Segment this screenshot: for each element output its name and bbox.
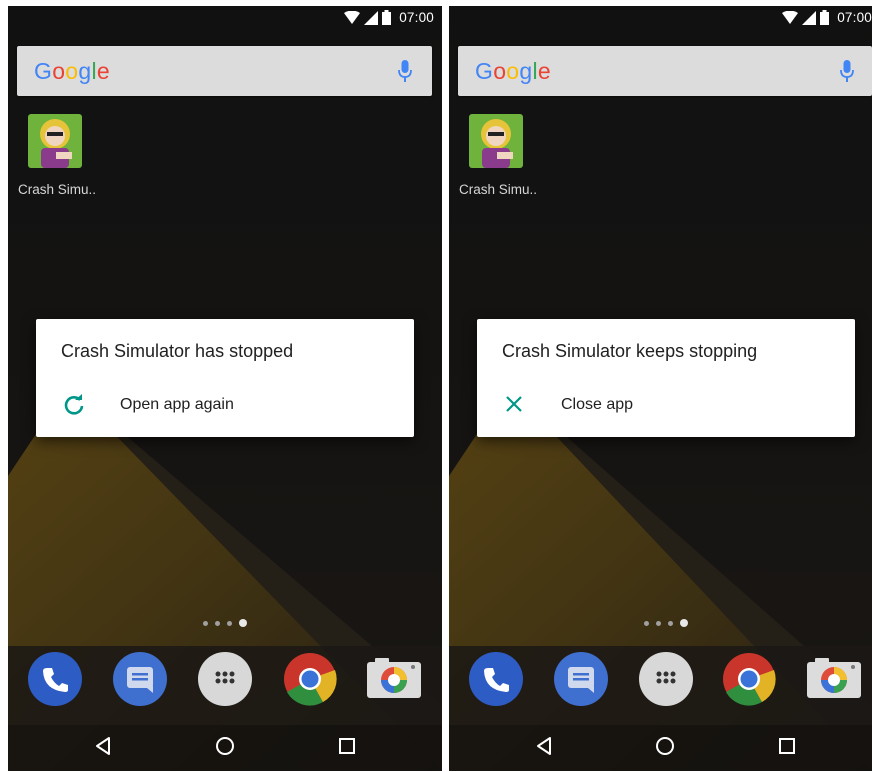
dialog-title: Crash Simulator keeps stopping [502, 341, 758, 361]
page-indicator [203, 619, 247, 627]
page-dot [203, 620, 208, 626]
google-search-bar[interactable]: Google [17, 46, 432, 96]
close-icon [506, 396, 522, 412]
crash-simulator-app-icon[interactable] [469, 114, 523, 168]
messages-icon[interactable] [554, 652, 608, 706]
chrome-icon[interactable] [722, 652, 776, 706]
recents-icon[interactable] [338, 736, 356, 756]
page-dot-active [680, 619, 688, 627]
open-app-again-button[interactable]: Open app again [36, 387, 414, 425]
mic-icon[interactable] [840, 60, 854, 82]
status-clock: 07:00 [837, 10, 872, 25]
phone-screen-right: 07:00 Google Crash Simu.. Crash Simulato… [449, 6, 872, 771]
camera-icon[interactable] [367, 652, 421, 706]
phone-icon[interactable] [28, 652, 82, 706]
home-icon[interactable] [655, 736, 675, 756]
battery-icon [820, 10, 830, 25]
page-indicator [644, 619, 688, 627]
back-icon[interactable] [93, 736, 113, 756]
page-dot [215, 620, 220, 626]
chrome-icon[interactable] [283, 652, 337, 706]
mic-icon[interactable] [398, 60, 412, 82]
google-logo: Google [475, 58, 551, 84]
crash-dialog: Crash Simulator keeps stopping Close app [477, 319, 855, 437]
signal-icon [364, 10, 379, 25]
wifi-icon [782, 10, 799, 24]
recents-icon[interactable] [778, 736, 796, 756]
back-icon[interactable] [534, 736, 554, 756]
app-label: Crash Simu.. [18, 182, 97, 197]
page-dot [227, 620, 232, 626]
phone-screen-left: 07:00 Google Crash Simu.. Crash Simulato… [8, 6, 442, 771]
action-label: Close app [561, 396, 634, 413]
action-label: Open app again [120, 396, 234, 413]
signal-icon [802, 10, 817, 25]
navigation-bar [449, 725, 872, 771]
google-logo: Google [34, 58, 110, 84]
home-icon[interactable] [215, 736, 235, 756]
page-dot [668, 620, 673, 626]
page-dot [656, 620, 661, 626]
app-drawer-icon[interactable] [198, 652, 252, 706]
status-bar: 07:00 [8, 6, 442, 32]
page-dot-active [239, 619, 247, 627]
google-search-bar[interactable]: Google [458, 46, 872, 96]
wifi-icon [344, 10, 361, 24]
refresh-icon [64, 394, 84, 415]
close-app-button[interactable]: Close app [477, 387, 855, 425]
status-clock: 07:00 [399, 10, 434, 25]
battery-icon [382, 10, 392, 25]
page-dot [644, 620, 649, 626]
messages-icon[interactable] [113, 652, 167, 706]
navigation-bar [8, 725, 442, 771]
app-drawer-icon[interactable] [639, 652, 693, 706]
status-bar: 07:00 [449, 6, 872, 32]
app-label: Crash Simu.. [459, 182, 538, 197]
crash-simulator-app-icon[interactable] [28, 114, 82, 168]
camera-icon[interactable] [807, 652, 861, 706]
crash-dialog: Crash Simulator has stopped Open app aga… [36, 319, 414, 437]
dialog-title: Crash Simulator has stopped [61, 341, 294, 361]
phone-icon[interactable] [469, 652, 523, 706]
